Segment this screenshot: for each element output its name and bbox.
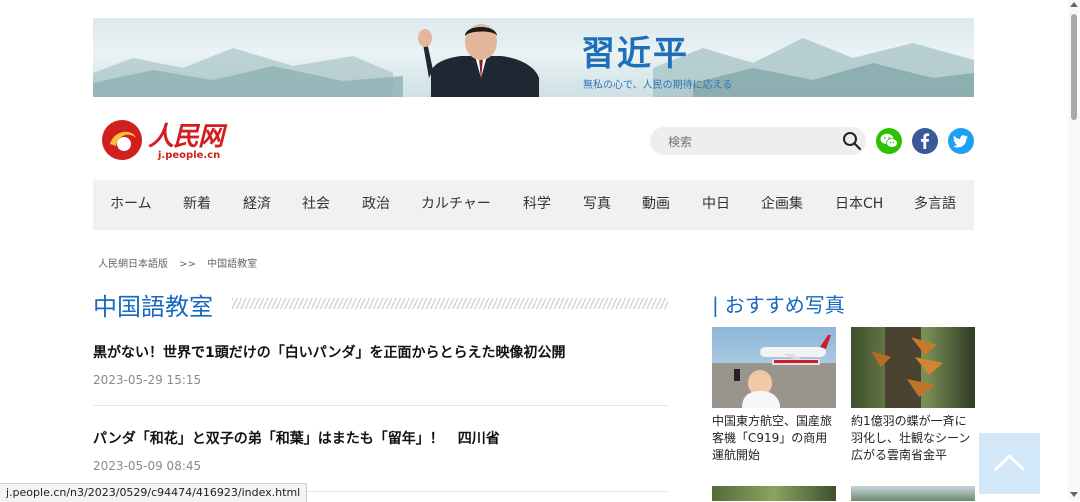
breadcrumb-separator: >> — [179, 259, 196, 270]
photo-caption[interactable]: 中国東方航空、国産旅客機「C919」の商用運航開始 — [712, 413, 836, 464]
chevron-up-icon — [993, 453, 1026, 472]
scroll-down-icon[interactable] — [1070, 492, 1078, 497]
nav-item-home[interactable]: ホーム — [110, 180, 152, 230]
divider — [93, 405, 668, 406]
breadcrumb-home[interactable]: 人民網日本語版 — [98, 259, 168, 270]
nav-item-features[interactable]: 企画集 — [761, 180, 803, 230]
recommended-title: おすすめ写真 — [724, 293, 845, 317]
article-date: 2023-05-29 15:15 — [93, 373, 202, 387]
wechat-button[interactable] — [876, 128, 902, 154]
search-icon[interactable] — [842, 131, 862, 151]
wechat-icon — [880, 133, 898, 148]
twitter-button[interactable] — [948, 128, 974, 154]
banner-subtitle: 無私の心で、人民の期待に応える — [583, 80, 733, 91]
article-link[interactable]: パンダ「和花」と双子の弟「和葉」はまたも「留年」！ 四川省 — [93, 428, 500, 448]
breadcrumb: 人民網日本語版 >> 中国語教室 — [98, 255, 265, 270]
airplane-photo — [712, 335, 836, 408]
facebook-button[interactable] — [912, 128, 938, 154]
recommended-photo-2[interactable] — [851, 327, 975, 408]
article-link[interactable]: 黒がない！世界で1頭だけの「白いパンダ」を正面からとらえた映像初公開 — [93, 342, 565, 362]
site-logo[interactable]: 人民网 j.people.cn — [98, 114, 228, 166]
banner-title: 習近平 — [581, 34, 689, 74]
nav-item-languages[interactable]: 多言語 — [914, 180, 956, 230]
scrollbar-thumb[interactable] — [1071, 14, 1077, 120]
top-banner[interactable]: 習近平 無私の心で、人民の期待に応える — [93, 18, 974, 97]
logo-name: 人民网 — [148, 122, 224, 152]
logo-url: j.people.cn — [158, 150, 221, 161]
recommended-photo-3[interactable] — [712, 486, 836, 501]
nav-item-photo[interactable]: 写真 — [583, 180, 611, 230]
nav-item-science[interactable]: 科学 — [523, 180, 551, 230]
recommended-photo-4[interactable] — [851, 486, 975, 501]
nav-item-latest[interactable]: 新着 — [183, 180, 211, 230]
nav-item-society[interactable]: 社会 — [302, 180, 330, 230]
nav-item-video[interactable]: 動画 — [642, 180, 670, 230]
title-decoration — [232, 298, 668, 309]
recommended-photo-1[interactable] — [712, 327, 836, 408]
twitter-icon — [952, 135, 968, 148]
breadcrumb-current[interactable]: 中国語教室 — [207, 259, 257, 270]
recommended-heading: | おすすめ写真 — [712, 289, 845, 318]
facebook-icon — [921, 133, 930, 149]
status-bar-url: j.people.cn/n3/2023/0529/c94474/416923/i… — [0, 483, 308, 502]
nav-item-china-japan[interactable]: 中日 — [702, 180, 730, 230]
main-nav: ホーム 新着 経済 社会 政治 カルチャー 科学 写真 動画 中日 企画集 日本… — [93, 180, 974, 230]
search-input[interactable] — [666, 131, 830, 153]
butterfly-photo — [871, 327, 943, 408]
photo-caption[interactable]: 約1億羽の蝶が一斉に羽化し、壮観なシーン広がる雲南省金平 — [851, 413, 975, 464]
back-to-top-button[interactable] — [979, 433, 1040, 494]
nav-item-culture[interactable]: カルチャー — [421, 180, 491, 230]
nav-item-economy[interactable]: 経済 — [243, 180, 271, 230]
heading-bar: | — [712, 293, 719, 317]
scroll-up-icon[interactable] — [1070, 2, 1078, 7]
nav-item-politics[interactable]: 政治 — [362, 180, 390, 230]
banner-portrait — [418, 24, 539, 97]
logo-swirl-icon — [102, 120, 142, 160]
article-date: 2023-05-09 08:45 — [93, 459, 202, 473]
nav-item-japan-ch[interactable]: 日本CH — [835, 180, 883, 230]
search-box[interactable] — [650, 127, 866, 155]
page-scrollbar[interactable] — [1068, 0, 1080, 501]
page-title: 中国語教室 — [93, 293, 213, 321]
